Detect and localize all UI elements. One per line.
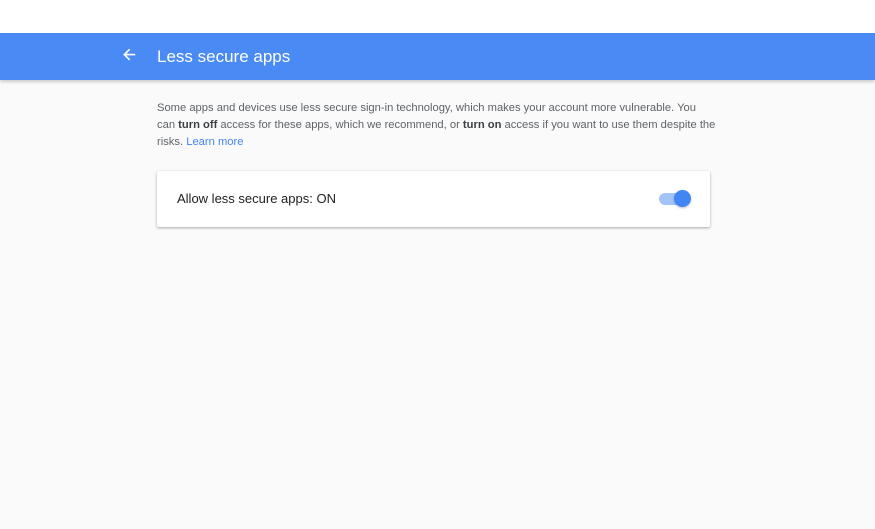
turn-on-emphasis: turn on xyxy=(462,119,502,131)
main-content: Some apps and devices use less secure si… xyxy=(157,100,717,151)
top-blank-strip xyxy=(0,0,875,33)
app-bar: Less secure apps xyxy=(0,33,875,80)
back-button[interactable] xyxy=(118,44,142,68)
less-secure-apps-setting-card: Allow less secure apps: ON xyxy=(157,171,710,227)
arrow-left-icon xyxy=(123,48,136,61)
setting-label: Allow less secure apps: ON xyxy=(177,191,336,206)
toggle-thumb xyxy=(674,190,691,207)
description-part-2: access for these apps, which we recommen… xyxy=(217,119,463,131)
page-title: Less secure apps xyxy=(157,47,291,66)
learn-more-link[interactable]: Learn more xyxy=(186,136,243,148)
description-text: Some apps and devices use less secure si… xyxy=(157,100,717,151)
turn-off-emphasis: turn off xyxy=(178,119,218,131)
allow-less-secure-apps-toggle[interactable] xyxy=(659,190,693,208)
